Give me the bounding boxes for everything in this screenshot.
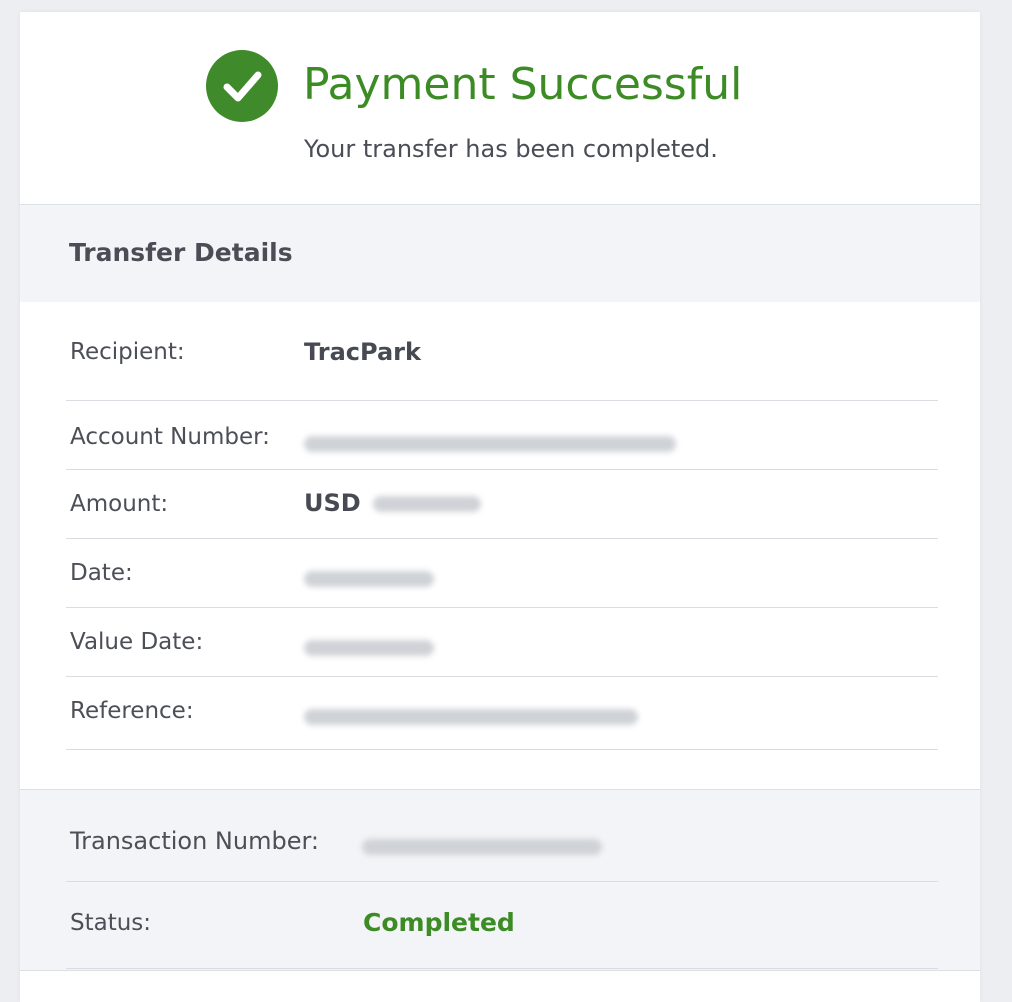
redacted-reference <box>304 709 638 725</box>
transaction-summary: Transaction Number: Status: Completed <box>20 789 980 971</box>
recipient-value: TracPark <box>304 338 421 366</box>
transfer-details-list: Recipient: TracPark Account Number: Amou… <box>20 302 980 789</box>
transfer-details-header: Transfer Details <box>20 204 980 303</box>
transaction-number-row: Transaction Number: <box>66 790 938 882</box>
amount-currency: USD <box>304 489 361 517</box>
redacted-account-number <box>304 436 676 452</box>
check-circle-icon <box>206 50 278 122</box>
section-title: Transfer Details <box>69 238 293 267</box>
amount-label: Amount: <box>70 491 169 517</box>
reference-value <box>304 702 638 730</box>
reference-row: Reference: <box>66 677 938 750</box>
date-row: Date: <box>66 539 938 608</box>
transaction-number-label: Transaction Number: <box>70 827 319 855</box>
status-badge: Completed <box>363 908 515 937</box>
account-number-value <box>304 429 676 457</box>
success-message: Your transfer has been completed. <box>304 135 718 163</box>
account-number-row: Account Number: <box>66 401 938 470</box>
redacted-amount <box>373 496 482 512</box>
reference-label: Reference: <box>70 698 194 724</box>
recipient-row: Recipient: TracPark <box>66 302 938 401</box>
redacted-value-date <box>304 640 434 656</box>
redacted-date <box>304 571 434 587</box>
recipient-label: Recipient: <box>70 339 185 365</box>
amount-value: USD <box>304 489 482 517</box>
date-value <box>304 564 434 592</box>
account-number-label: Account Number: <box>70 424 270 450</box>
success-header: Payment Successful Your transfer has bee… <box>20 12 980 204</box>
value-date-row: Value Date: <box>66 608 938 677</box>
value-date-label: Value Date: <box>70 629 204 655</box>
transaction-number-value <box>362 832 602 860</box>
status-row: Status: Completed <box>66 882 938 969</box>
payment-confirmation-card: Payment Successful Your transfer has bee… <box>20 12 980 1002</box>
page-title: Payment Successful <box>303 59 743 110</box>
status-label: Status: <box>70 910 152 936</box>
date-label: Date: <box>70 560 133 586</box>
value-date-value <box>304 633 434 661</box>
redacted-transaction-number <box>362 839 602 855</box>
amount-row: Amount: USD <box>66 470 938 539</box>
